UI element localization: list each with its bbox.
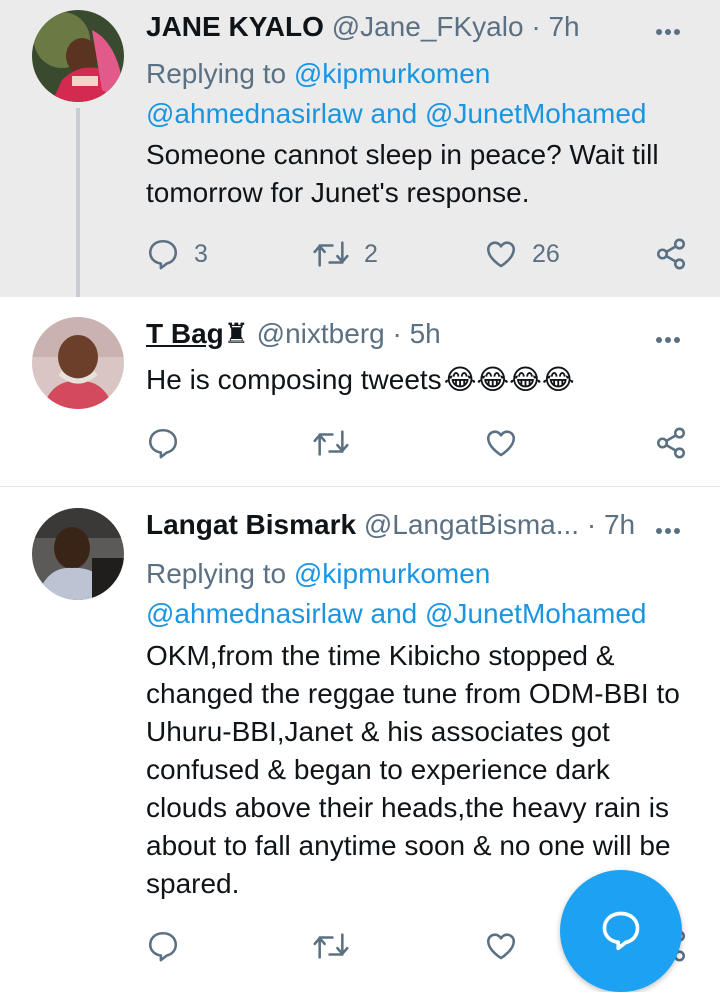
heart-icon — [486, 430, 516, 457]
tweet-actions: 3 2 26 — [146, 234, 690, 274]
compose-reply-icon — [602, 911, 640, 951]
avatar[interactable] — [32, 10, 124, 102]
mention-link[interactable]: @JunetMohamed — [425, 98, 646, 129]
more-icon[interactable] — [656, 22, 686, 35]
replying-to-others: @ahmednasirlaw and @JunetMohamed — [146, 598, 647, 629]
avatar[interactable] — [32, 508, 124, 600]
retweet-button[interactable]: 2 — [312, 234, 378, 274]
like-button[interactable] — [484, 423, 518, 463]
reply-button[interactable]: 3 — [146, 234, 208, 274]
separator-dot: · — [586, 509, 597, 540]
mention-link[interactable]: @ahmednasirlaw — [146, 598, 363, 629]
compose-reply-button[interactable] — [560, 870, 682, 992]
mention-link[interactable]: @kipmurkomen — [294, 58, 490, 89]
reply-count: 3 — [194, 239, 208, 268]
retweet-button[interactable] — [312, 423, 350, 463]
tweet-header: T Bag♜ @nixtberg · 5h — [146, 317, 650, 351]
tweet-text: OKM,from the time Kibicho stopped & chan… — [146, 640, 680, 899]
retweet-count: 2 — [364, 239, 378, 268]
more-icon[interactable] — [656, 330, 686, 343]
share-icon — [656, 238, 686, 270]
like-button[interactable]: 26 — [484, 234, 560, 274]
separator-dot: · — [392, 318, 402, 349]
tweet-jane-kyalo[interactable]: JANE KYALO @Jane_FKyalo · 7h Replying to… — [0, 0, 720, 312]
mention-link[interactable]: @kipmurkomen — [294, 558, 490, 589]
tweet-actions — [146, 423, 690, 463]
heart-icon — [486, 241, 516, 268]
mention-link[interactable]: @JunetMohamed — [425, 598, 646, 629]
separator-dot: · — [531, 11, 541, 42]
reply-button[interactable] — [146, 423, 180, 463]
display-name[interactable]: JANE KYALO — [146, 11, 324, 42]
retweet-icon — [313, 933, 349, 959]
tweet-t-bag[interactable]: T Bag♜ @nixtberg · 5h He is composing tw… — [0, 297, 720, 487]
timestamp[interactable]: 5h — [410, 318, 441, 349]
replying-to: Replying to @kipmurkomen — [146, 558, 491, 589]
reply-icon — [148, 428, 178, 459]
reply-button[interactable] — [146, 926, 180, 966]
share-button[interactable] — [654, 234, 688, 274]
thread-line — [76, 108, 80, 312]
mention-link[interactable]: @ahmednasirlaw — [146, 98, 363, 129]
more-icon[interactable] — [656, 521, 686, 534]
replying-to-others: @ahmednasirlaw and @JunetMohamed — [146, 98, 647, 129]
like-count: 26 — [532, 239, 560, 268]
avatar[interactable] — [32, 317, 124, 409]
retweet-button[interactable] — [312, 926, 350, 966]
reply-icon — [148, 239, 178, 270]
timestamp[interactable]: 7h — [548, 11, 579, 42]
like-button[interactable] — [484, 926, 518, 966]
replying-to: Replying to @kipmurkomen — [146, 58, 491, 89]
tweet-header: JANE KYALO @Jane_FKyalo · 7h — [146, 10, 650, 44]
display-name[interactable]: Langat Bismark — [146, 509, 356, 540]
reply-icon — [148, 931, 178, 962]
emoji: 😂😂😂😂 — [443, 364, 575, 395]
tweet-header: Langat Bismark @LangatBisma... · 7h — [146, 508, 650, 542]
name-badge-icon: ♜ — [223, 318, 249, 349]
user-handle[interactable]: @LangatBisma... — [364, 509, 579, 540]
timestamp[interactable]: 7h — [604, 509, 635, 540]
tweet-text: Someone cannot sleep in peace? Wait till… — [146, 139, 659, 208]
user-handle[interactable]: @nixtberg — [257, 318, 385, 349]
share-button[interactable] — [654, 423, 688, 463]
display-name[interactable]: T Bag — [146, 318, 224, 349]
retweet-icon — [313, 241, 349, 267]
user-handle[interactable]: @Jane_FKyalo — [332, 11, 524, 42]
retweet-icon — [313, 430, 349, 456]
share-icon — [656, 427, 686, 459]
tweet-text: He is composing tweets😂😂😂😂 — [146, 361, 684, 399]
heart-icon — [486, 933, 516, 960]
